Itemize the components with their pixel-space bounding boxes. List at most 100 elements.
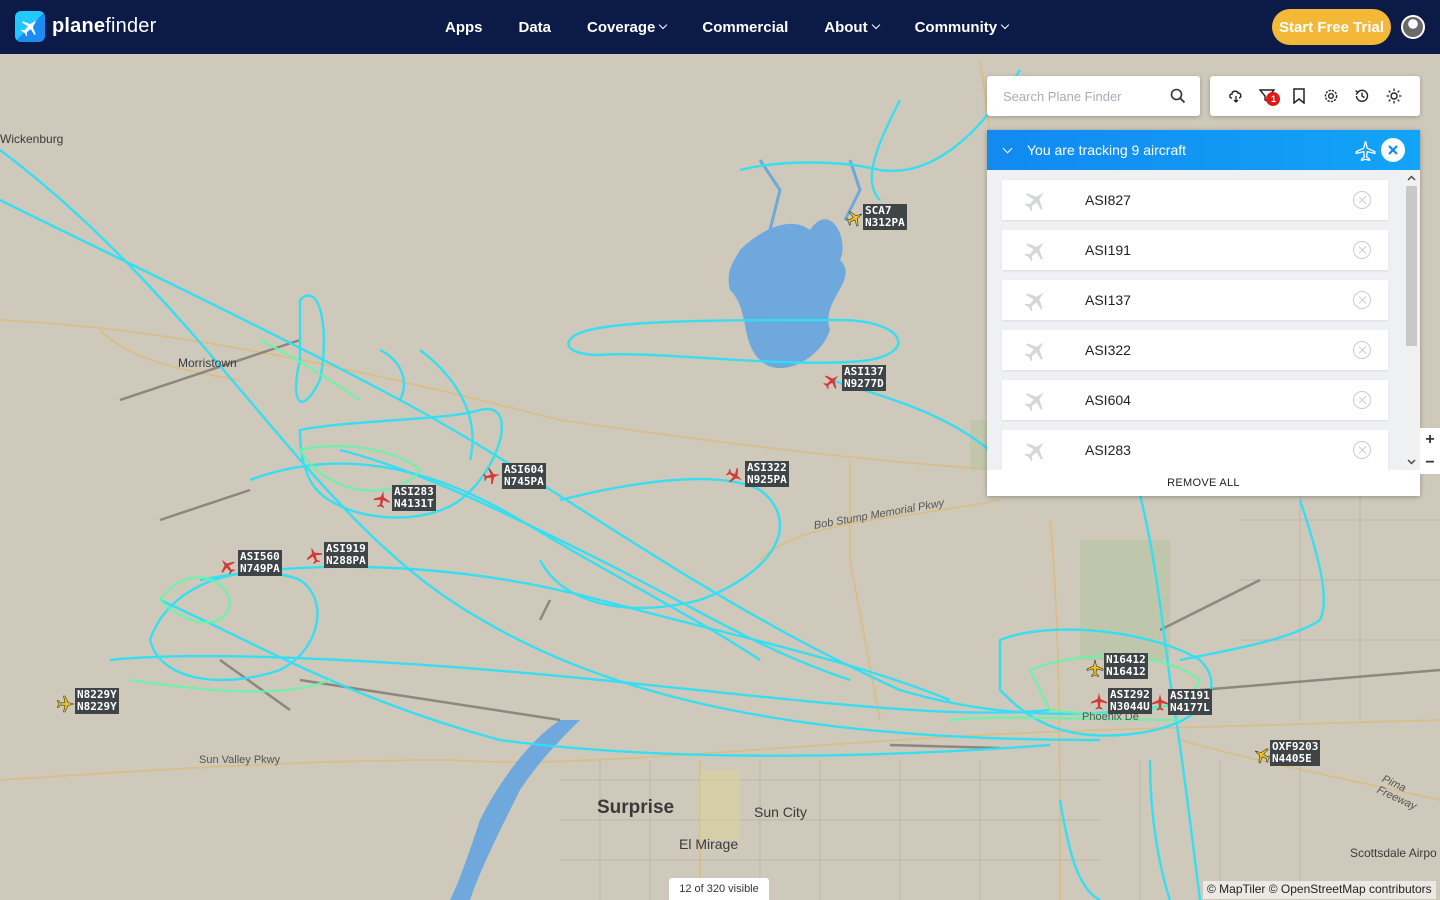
aircraft-registration: N4405E <box>1272 752 1312 765</box>
plane-icon <box>1024 388 1048 417</box>
remove-circle-icon[interactable] <box>1353 291 1371 309</box>
remove-circle-icon[interactable] <box>1353 191 1371 209</box>
list-item[interactable]: ASI283 <box>1002 430 1388 470</box>
remove-all-button[interactable]: REMOVE ALL <box>987 470 1420 496</box>
aircraft-label-asi560[interactable]: ASI560 N749PA <box>238 550 282 576</box>
plane-logo-icon <box>15 11 45 42</box>
aircraft-n8229y-icon[interactable] <box>57 695 75 713</box>
tracked-callsign: ASI604 <box>1085 392 1131 408</box>
scroll-down-icon[interactable] <box>1407 457 1416 466</box>
collapse-button[interactable] <box>987 143 1027 153</box>
tracking-panel-header[interactable]: You are tracking 9 aircraft <box>987 130 1420 170</box>
place-wickenburg: Wickenburg <box>0 132 64 146</box>
aircraft-label-asi137[interactable]: ASI137 N9277D <box>842 365 886 391</box>
map-toolbar: 1 <box>1210 76 1420 116</box>
zoom-out-icon[interactable]: − <box>1425 454 1434 472</box>
aircraft-oxf9203-icon[interactable] <box>1253 746 1271 764</box>
start-free-trial-button[interactable]: Start Free Trial <box>1272 9 1391 45</box>
scroll-thumb[interactable] <box>1406 186 1417 346</box>
aircraft-label-n16412[interactable]: N16412 N16412 <box>1104 653 1148 679</box>
settings-icon[interactable] <box>1321 86 1341 106</box>
place-sun-city: Sun City <box>754 804 807 820</box>
aircraft-label-sca7[interactable]: SCA7 N312PA <box>863 204 907 230</box>
aircraft-asi322-icon[interactable] <box>726 467 744 485</box>
road-sun-valley-pkwy: Sun Valley Pkwy <box>199 754 281 766</box>
search-input[interactable] <box>1001 87 1161 105</box>
aircraft-label-asi292[interactable]: ASI292 N3044U <box>1108 688 1152 714</box>
aircraft-sca7-icon[interactable] <box>846 209 864 227</box>
filter-icon[interactable]: 1 <box>1257 86 1281 106</box>
close-tracking-button[interactable] <box>1381 138 1405 162</box>
place-el-mirage: El Mirage <box>679 836 739 852</box>
list-scrollbar[interactable] <box>1403 170 1420 470</box>
tracked-aircraft-list: ASI827 ASI191 ASI137 ASI322 ASI604 ASI28… <box>987 170 1420 470</box>
nav-apps-label: Apps <box>445 18 483 36</box>
aircraft-label-oxf9203[interactable]: OXF9203 N4405E <box>1270 740 1321 766</box>
zoom-in-icon[interactable]: + <box>1425 431 1434 449</box>
remove-circle-icon[interactable] <box>1353 341 1371 359</box>
list-item[interactable]: ASI137 <box>1002 280 1388 320</box>
weather-icon[interactable] <box>1226 86 1246 106</box>
aircraft-asi292-icon[interactable] <box>1090 692 1108 710</box>
nav-about[interactable]: About <box>824 19 880 36</box>
history-icon[interactable] <box>1352 86 1372 106</box>
plane-outline-icon[interactable] <box>1355 140 1376 164</box>
list-item[interactable]: ASI604 <box>1002 380 1388 420</box>
aircraft-registration: N749PA <box>240 562 280 575</box>
aircraft-label-asi604[interactable]: ASI604 N745PA <box>502 463 546 489</box>
scroll-up-icon[interactable] <box>1407 174 1416 183</box>
tracked-callsign: ASI322 <box>1085 342 1131 358</box>
map-attribution[interactable]: © MapTiler © OpenStreetMap contributors <box>1203 881 1436 899</box>
remove-circle-icon[interactable] <box>1353 241 1371 259</box>
list-item[interactable]: ASI322 <box>1002 330 1388 370</box>
aircraft-label-asi191[interactable]: ASI191 N4177L <box>1168 689 1212 715</box>
tracked-callsign: ASI137 <box>1085 292 1131 308</box>
tracked-callsign: ASI191 <box>1085 242 1131 258</box>
nav-commercial[interactable]: Commercial <box>702 19 788 36</box>
search-icon[interactable] <box>1170 88 1186 109</box>
tracking-panel: You are tracking 9 aircraft ASI827 ASI19… <box>987 130 1420 496</box>
list-item[interactable]: ASI191 <box>1002 230 1388 270</box>
sun-icon[interactable] <box>1384 86 1404 106</box>
nav-coverage[interactable]: Coverage <box>587 18 668 36</box>
aircraft-registration: N9277D <box>844 377 884 390</box>
aircraft-registration: N3044U <box>1110 700 1150 713</box>
aircraft-registration: N925PA <box>747 473 787 486</box>
chevron-down-icon <box>659 20 668 30</box>
aircraft-asi560-icon[interactable] <box>218 557 236 575</box>
aircraft-label-n8229y[interactable]: N8229Y N8229Y <box>75 688 119 714</box>
search-box[interactable] <box>987 76 1200 116</box>
aircraft-n16412-icon[interactable] <box>1086 659 1104 677</box>
logo-text-bold: plane <box>52 15 106 37</box>
tracked-callsign: ASI827 <box>1085 192 1131 208</box>
nav-apps[interactable]: Apps <box>445 19 483 36</box>
bookmark-icon[interactable] <box>1289 86 1309 106</box>
aircraft-registration: N288PA <box>326 554 366 567</box>
aircraft-asi919-icon[interactable] <box>305 546 323 564</box>
nav-community[interactable]: Community <box>914 18 1010 36</box>
filter-count-badge: 1 <box>1266 92 1281 106</box>
aircraft-label-asi283[interactable]: ASI283 N4131T <box>392 485 436 511</box>
place-surprise: Surprise <box>597 797 675 818</box>
aircraft-label-asi322[interactable]: ASI322 N925PA <box>745 461 789 487</box>
aircraft-asi283-icon[interactable] <box>373 490 391 508</box>
chevron-down-icon <box>1000 20 1010 30</box>
aircraft-asi137-icon[interactable] <box>823 372 841 390</box>
plane-icon <box>1024 238 1048 267</box>
aircraft-registration: N745PA <box>504 475 544 488</box>
main-nav: Apps Data Coverage Commercial About Comm… <box>427 0 1010 54</box>
aircraft-label-asi919[interactable]: ASI919 N288PA <box>324 542 368 568</box>
nav-community-label: Community <box>914 18 998 36</box>
planefinder-logo[interactable]: planefinder <box>15 11 156 42</box>
aircraft-asi604-icon[interactable] <box>483 467 501 485</box>
nav-data[interactable]: Data <box>519 19 552 36</box>
nav-coverage-label: Coverage <box>587 18 656 36</box>
remove-circle-icon[interactable] <box>1353 391 1371 409</box>
aircraft-asi191-icon[interactable] <box>1151 693 1169 711</box>
chevron-down-icon <box>871 20 880 30</box>
list-item[interactable]: ASI827 <box>1002 180 1388 220</box>
chevron-down-icon <box>1002 143 1012 153</box>
avatar[interactable] <box>1401 15 1425 39</box>
place-scottsdale-airport: Scottsdale Airpo <box>1350 846 1437 860</box>
remove-circle-icon[interactable] <box>1353 441 1371 459</box>
